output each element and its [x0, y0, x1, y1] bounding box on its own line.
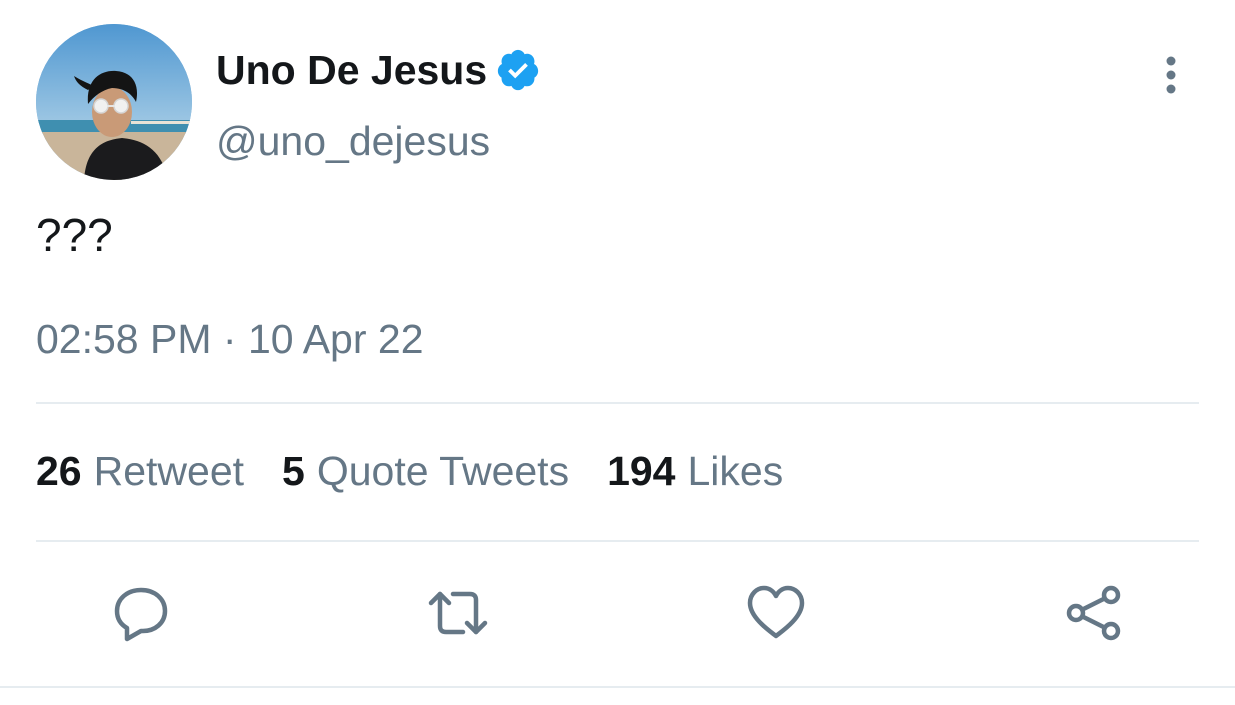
retweets-label: Retweet	[93, 448, 245, 494]
share-button[interactable]	[1063, 582, 1125, 644]
more-options-button[interactable]	[1154, 54, 1188, 98]
tweet-timestamp[interactable]: 02:58 PM · 10 Apr 22	[36, 316, 424, 363]
avatar[interactable]	[36, 24, 192, 180]
bottom-divider	[0, 686, 1235, 688]
tweet-detail: Uno De Jesus @uno_dejesus ??? 02:58 PM ·…	[0, 0, 1235, 705]
reply-button[interactable]	[110, 582, 172, 644]
share-icon	[1066, 585, 1121, 641]
quotes-label: Quote Tweets	[316, 448, 570, 494]
avatar-image	[36, 24, 192, 180]
retweet-icon	[428, 591, 488, 635]
likes-stat[interactable]: 194 Likes	[607, 448, 783, 495]
reply-icon	[114, 587, 168, 642]
author-name-row: Uno De Jesus	[216, 42, 541, 98]
heart-icon	[747, 585, 805, 639]
retweet-button[interactable]	[427, 582, 489, 644]
retweets-count: 26	[36, 448, 82, 494]
divider	[36, 540, 1199, 542]
timestamp-separator: ·	[222, 316, 237, 362]
author-handle[interactable]: @uno_dejesus	[216, 118, 490, 165]
verified-badge-icon	[495, 47, 541, 93]
likes-count: 194	[607, 448, 676, 494]
engagement-stats: 26 Retweet 5 Quote Tweets 194 Likes	[36, 448, 821, 495]
divider	[36, 402, 1199, 404]
retweets-stat[interactable]: 26 Retweet	[36, 448, 244, 495]
tweet-time: 02:58 PM	[36, 316, 212, 362]
tweet-date: 10 Apr 22	[247, 316, 424, 362]
author-display-name[interactable]: Uno De Jesus	[216, 47, 487, 94]
more-vertical-icon	[1166, 56, 1176, 94]
quotes-count: 5	[282, 448, 305, 494]
quotes-stat[interactable]: 5 Quote Tweets	[282, 448, 569, 495]
likes-label: Likes	[687, 448, 784, 494]
like-button[interactable]	[745, 582, 807, 644]
tweet-text: ???	[36, 209, 113, 261]
